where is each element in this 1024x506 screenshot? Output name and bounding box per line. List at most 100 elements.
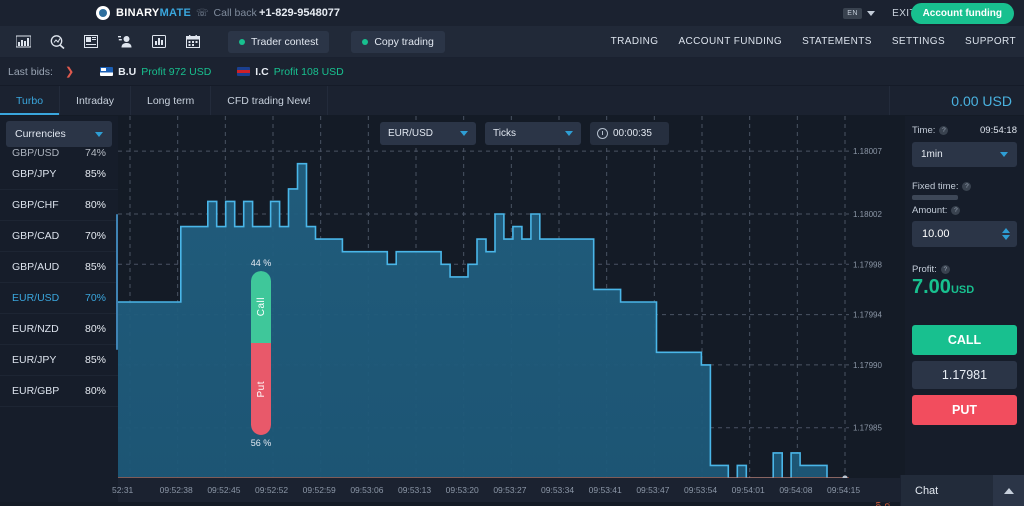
list-item[interactable]: EUR/JPY 85% (0, 345, 118, 376)
currency-list: GBP/USD 74% GBP/JPY 85% GBP/CHF 80% GBP/… (0, 149, 118, 407)
stepper-down-icon[interactable] (1002, 235, 1010, 240)
chevron-down-icon (867, 10, 875, 16)
tab-cfd-trading[interactable]: CFD trading New! (211, 86, 328, 115)
trading-platform: BINARYMATE ☏ Call back +1-829-9548077 EN… (0, 0, 1024, 506)
chat-bar[interactable]: Chat (900, 475, 1024, 506)
time-row: Time: ? 09:54:18 (912, 125, 1017, 136)
market-search-icon[interactable] (40, 29, 74, 55)
list-item[interactable]: GBP/USD 74% (0, 149, 118, 159)
x-axis-tick: 09:53:20 (445, 485, 479, 495)
calendar-icon[interactable] (176, 29, 210, 55)
expiry-selector[interactable]: 1min (912, 142, 1017, 167)
price-chart[interactable]: 1.18007 1.18002 1.17998 1.17994 1.17990 1.179… (118, 116, 905, 502)
stepper-up-icon[interactable] (1002, 228, 1010, 233)
chat-label: Chat (915, 484, 939, 497)
main-navigation: TRADING ACCOUNT FUNDING STATEMENTS SETTI… (611, 36, 1016, 47)
list-item[interactable]: EUR/NZD 80% (0, 314, 118, 345)
tab-turbo[interactable]: Turbo (0, 86, 61, 115)
time-label-text: Time: (912, 125, 936, 136)
status-dot-icon (239, 38, 245, 45)
brand-logo-group[interactable]: BINARYMATE (96, 6, 191, 20)
profit-value: 7.00USD (912, 276, 1017, 299)
trading-mode-tabs: Turbo Intraday Long term CFD trading New… (0, 86, 1024, 116)
x-axis-tick: 09:52:59 (302, 485, 336, 495)
currencies-label: Currencies (15, 128, 66, 140)
quantity-stepper[interactable] (1002, 228, 1010, 240)
x-axis: 52:31 09:52:38 09:52:45 09:52:52 09:52:59 09:… (112, 478, 905, 502)
chart-icon[interactable] (6, 29, 40, 55)
tab-intraday[interactable]: Intraday (60, 86, 131, 115)
clock-icon (597, 128, 608, 139)
bid-profit: Profit 972 USD (141, 65, 212, 78)
put-label: Put (255, 380, 267, 398)
list-item[interactable]: EUR/GBP 80% (0, 376, 118, 407)
svg-text:1.17985: 1.17985 (853, 424, 882, 433)
bids-prev-arrow-icon[interactable]: ❯ (65, 65, 74, 78)
account-funding-button[interactable]: Account funding (910, 2, 1014, 24)
statistics-icon[interactable] (142, 29, 176, 55)
current-rate: 1.17981 (912, 361, 1017, 389)
currency-pair: GBP/AUD (12, 261, 60, 273)
instrument-selector[interactable]: EUR/USD (380, 122, 476, 145)
list-item[interactable]: GBP/JPY 85% (0, 159, 118, 190)
chart-type-selector[interactable]: Ticks (485, 122, 581, 145)
list-item[interactable]: GBP/CAD 70% (0, 221, 118, 252)
news-icon[interactable] (74, 29, 108, 55)
currency-pair: EUR/USD (12, 292, 60, 304)
chevron-down-icon (95, 131, 103, 137)
language-selector[interactable]: EN (843, 7, 875, 19)
help-icon[interactable]: ? (940, 265, 950, 274)
list-item-selected[interactable]: EUR/USD 70% (0, 283, 118, 314)
x-axis-tick: 09:52:52 (255, 485, 289, 495)
currency-pair: EUR/NZD (12, 323, 59, 335)
nav-account-funding[interactable]: ACCOUNT FUNDING (678, 36, 782, 47)
divider (889, 86, 890, 115)
asset-sidebar: Currencies GBP/USD 74% GBP/JPY 85% GBP/C… (0, 116, 118, 502)
phone-number[interactable]: +1-829-9548077 (259, 7, 340, 19)
chevron-down-icon (565, 131, 573, 136)
currency-payout: 85% (84, 354, 106, 366)
help-icon[interactable]: ? (951, 206, 961, 215)
top-bar: BINARYMATE ☏ Call back +1-829-9548077 EN… (0, 0, 1024, 26)
currency-payout: 85% (84, 168, 106, 180)
tab-long-term[interactable]: Long term (131, 86, 212, 115)
bid-item[interactable]: I.C Profit 108 USD (237, 66, 344, 78)
time-label: Time: ? (912, 125, 949, 136)
nav-settings[interactable]: SETTINGS (892, 36, 945, 47)
sentiment-bar: Call Put (251, 271, 271, 435)
profit-label-text: Profit: (912, 264, 937, 275)
x-axis-tick: 52:31 (112, 485, 134, 495)
help-icon[interactable]: ? (962, 182, 972, 191)
trader-contest-button[interactable]: Trader contest (228, 30, 330, 53)
nav-support[interactable]: SUPPORT (965, 36, 1016, 47)
bid-item[interactable]: B.U Profit 972 USD (100, 66, 211, 78)
currencies-dropdown[interactable]: Currencies (6, 121, 112, 147)
put-percentage: 56 % (250, 438, 272, 448)
chat-toggle-button[interactable] (993, 475, 1024, 506)
trader-contest-label: Trader contest (251, 35, 319, 48)
copy-trading-label: Copy trading (374, 35, 434, 48)
instrument-label: EUR/USD (388, 128, 434, 139)
list-item[interactable]: GBP/CHF 80% (0, 190, 118, 221)
tool-icon-group (0, 29, 210, 55)
put-button[interactable]: PUT (912, 395, 1017, 425)
currency-pair: EUR/GBP (12, 385, 60, 397)
copy-trading-button[interactable]: Copy trading (351, 30, 445, 53)
currency-payout: 70% (84, 292, 106, 304)
call-segment: Call (251, 271, 271, 343)
list-item[interactable]: GBP/AUD 85% (0, 252, 118, 283)
currency-payout: 80% (84, 323, 106, 335)
help-icon[interactable]: ? (939, 126, 949, 135)
chart-type-label: Ticks (493, 128, 516, 139)
x-axis-tick: 09:53:13 (398, 485, 432, 495)
call-back-link[interactable]: ☏ Call back (196, 7, 257, 19)
nav-trading[interactable]: TRADING (611, 36, 659, 47)
call-button[interactable]: CALL (912, 325, 1017, 355)
amount-input[interactable]: 10.00 (912, 221, 1017, 247)
trader-icon[interactable] (108, 29, 142, 55)
nav-statements[interactable]: STATEMENTS (802, 36, 872, 47)
account-balance: 0.00 USD (951, 92, 1012, 109)
svg-text:1.17998: 1.17998 (853, 260, 882, 269)
x-axis-tick: 09:52:38 (159, 485, 193, 495)
svg-text:1.18002: 1.18002 (853, 210, 882, 219)
